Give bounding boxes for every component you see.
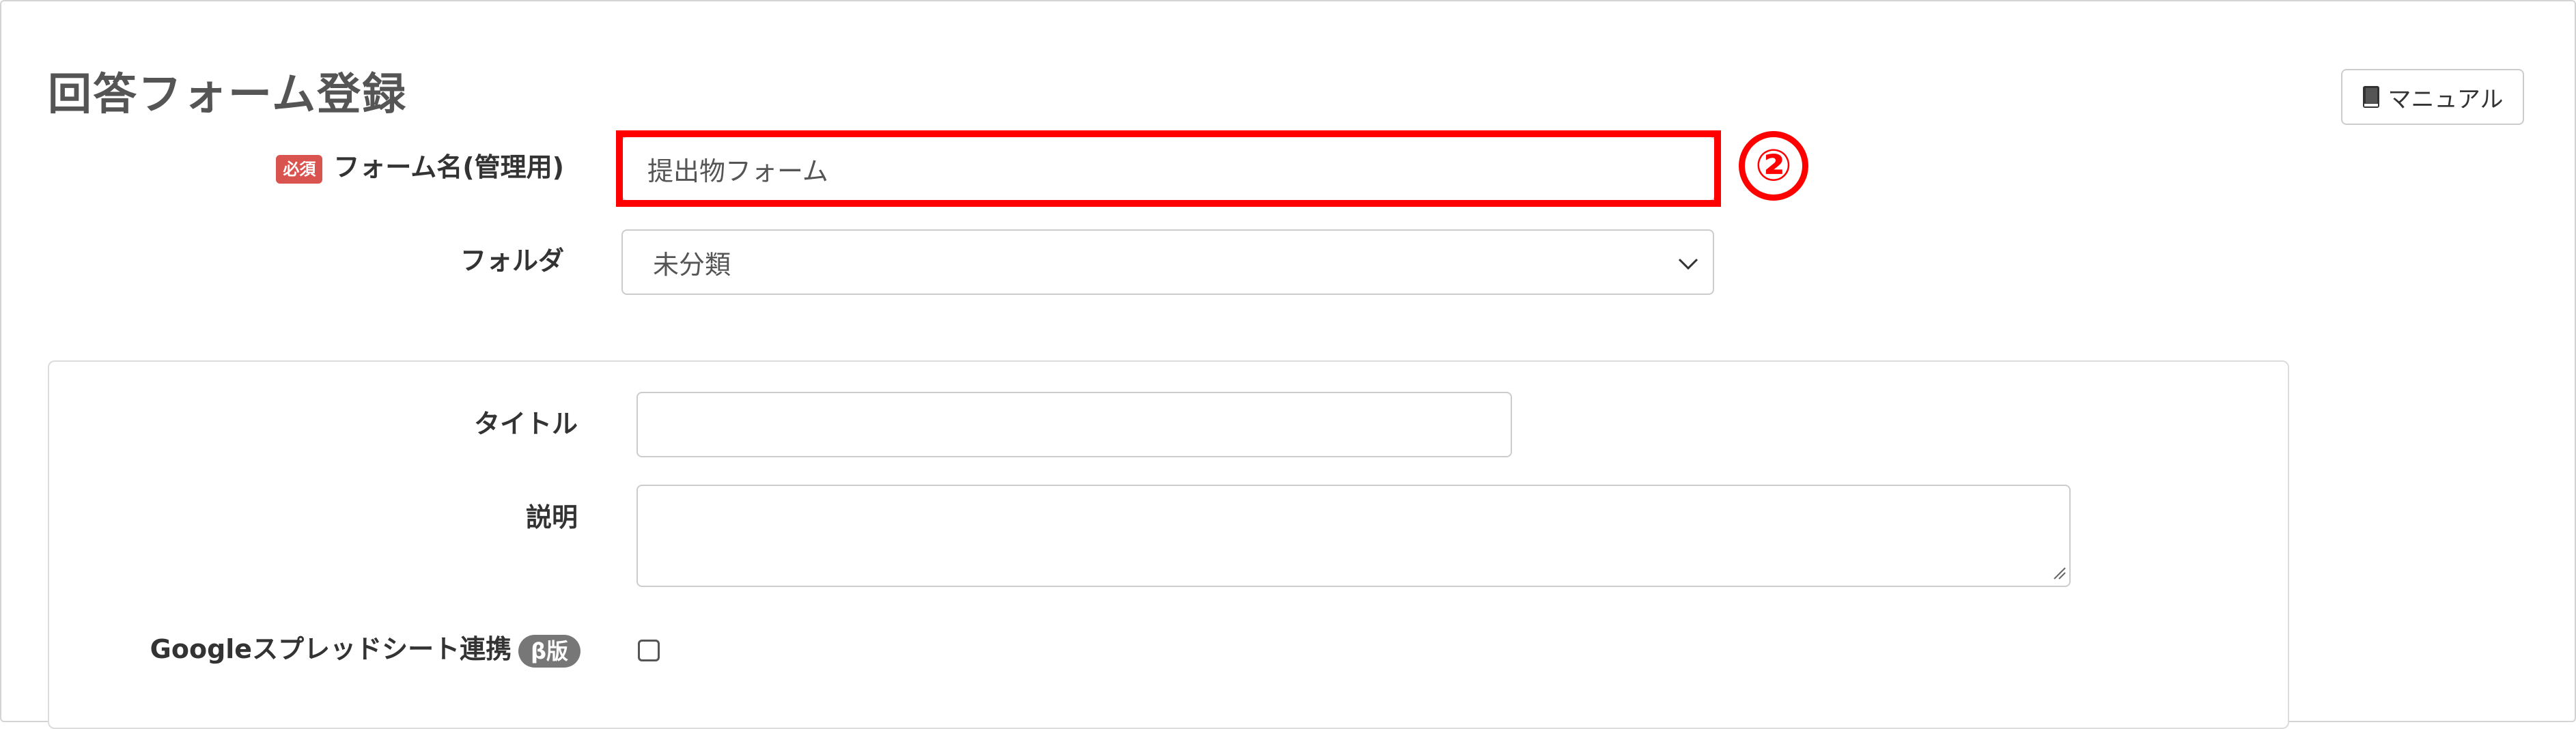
page-title: 回答フォーム登録 <box>48 70 408 120</box>
title-input[interactable] <box>636 392 1512 457</box>
chevron-down-icon <box>1677 247 1699 277</box>
resize-handle-icon[interactable] <box>2050 564 2067 583</box>
sheets-checkbox[interactable] <box>638 640 660 661</box>
folder-label: フォルダ <box>460 246 564 276</box>
book-icon <box>2362 85 2380 109</box>
form-name-label-row: 必須 フォーム名(管理用) <box>268 149 564 185</box>
description-label: 説明 <box>525 502 578 532</box>
manual-button[interactable]: マニュアル <box>2341 69 2524 125</box>
highlight-frame <box>616 130 1721 207</box>
folder-selected-value: 未分類 <box>653 249 731 280</box>
sheets-label-row: Googleスプレッドシート連携 β版 <box>102 631 580 668</box>
folder-select[interactable]: 未分類 <box>621 229 1714 295</box>
beta-badge: β版 <box>518 634 580 668</box>
step-marker: ② <box>1739 131 1808 201</box>
required-badge: 必須 <box>276 154 323 184</box>
manual-button-label: マニュアル <box>2388 85 2504 113</box>
description-textarea[interactable] <box>636 485 2071 587</box>
form-name-label: フォーム名(管理用) <box>333 152 564 182</box>
sheets-label: Googleスプレッドシート連携 <box>150 634 512 664</box>
title-label: タイトル <box>473 409 578 439</box>
